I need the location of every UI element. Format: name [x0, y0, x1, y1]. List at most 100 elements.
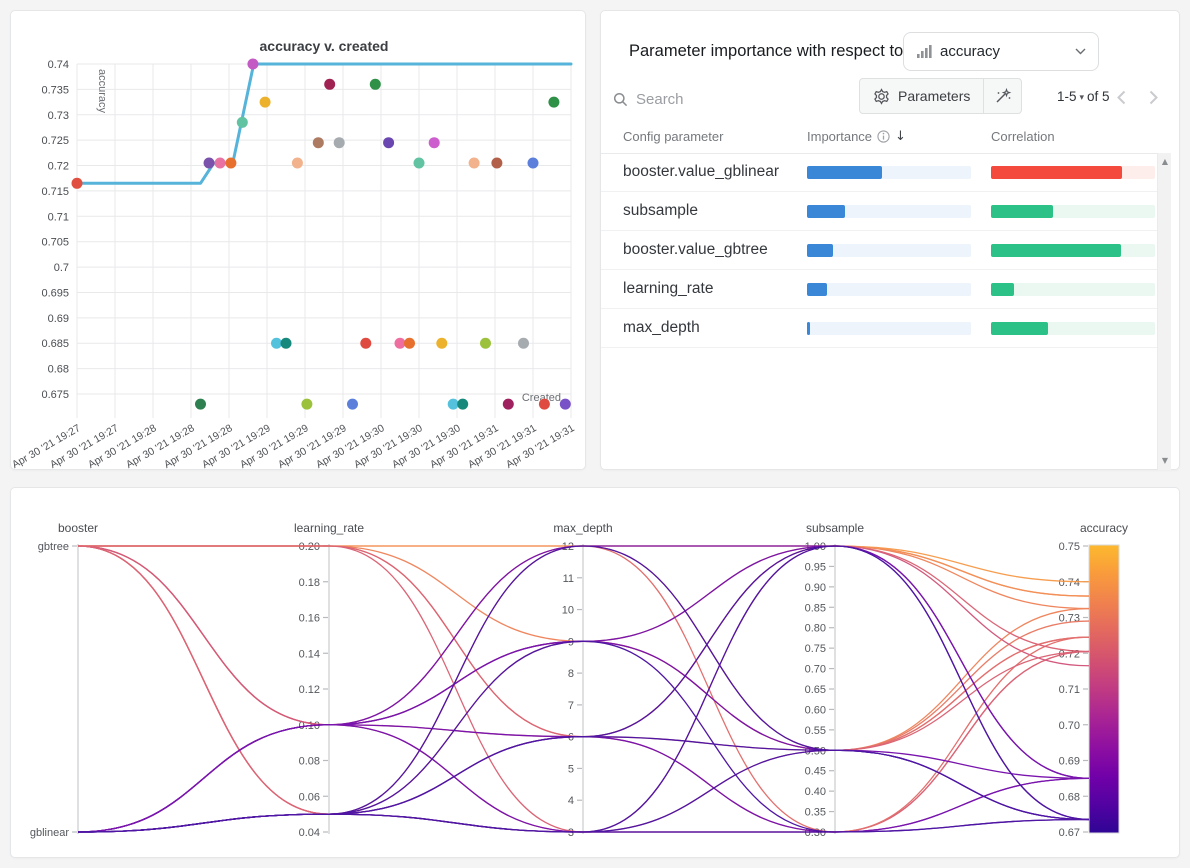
run-point[interactable] — [260, 97, 271, 108]
svg-text:5: 5 — [568, 763, 574, 775]
run-point[interactable] — [204, 158, 215, 169]
column-header-importance[interactable]: Importance ↓ — [807, 129, 906, 144]
svg-text:0.80: 0.80 — [805, 623, 826, 635]
pagination-of: of 5 — [1087, 89, 1110, 104]
scroll-down-icon[interactable]: ▼ — [1158, 454, 1172, 468]
pagination-control[interactable]: 1-5 ▾ of 5 — [1057, 89, 1110, 104]
svg-text:0.20: 0.20 — [299, 541, 320, 553]
run-point[interactable] — [539, 399, 550, 410]
svg-text:0.14: 0.14 — [299, 648, 320, 660]
magic-wand-button[interactable] — [984, 79, 1021, 113]
chevron-down-icon — [1075, 48, 1086, 55]
svg-text:4: 4 — [568, 795, 574, 807]
run-point[interactable] — [560, 399, 571, 410]
metric-selector-value: accuracy — [940, 43, 1075, 60]
table-scrollbar[interactable]: ▲ ▼ — [1157, 153, 1171, 470]
parameter-row[interactable]: booster.value_gblinear — [601, 153, 1157, 192]
bar-chart-icon — [916, 44, 932, 60]
run-point[interactable] — [324, 79, 335, 90]
chevron-left-icon — [1117, 90, 1126, 105]
parameters-button[interactable]: Parameters — [860, 79, 984, 113]
column-header-config-parameter[interactable]: Config parameter — [623, 129, 723, 144]
run-point[interactable] — [334, 137, 345, 148]
svg-text:0.95: 0.95 — [805, 561, 826, 573]
svg-text:0.67: 0.67 — [1059, 827, 1080, 839]
parameter-row[interactable]: max_depth — [601, 309, 1157, 348]
correlation-bar — [991, 166, 1155, 179]
parameter-name: learning_rate — [623, 280, 713, 298]
run-point[interactable] — [518, 338, 529, 349]
run-point[interactable] — [215, 158, 226, 169]
run-point[interactable] — [491, 158, 502, 169]
next-page-button[interactable] — [1143, 87, 1163, 107]
run-point[interactable] — [383, 137, 394, 148]
run-point[interactable] — [395, 338, 406, 349]
run-point[interactable] — [347, 399, 358, 410]
run-point[interactable] — [72, 178, 83, 189]
run-point[interactable] — [436, 338, 447, 349]
run-point[interactable] — [225, 158, 236, 169]
magic-wand-icon — [994, 87, 1012, 105]
svg-text:gbtree: gbtree — [38, 541, 69, 553]
run-point[interactable] — [281, 338, 292, 349]
run-point[interactable] — [247, 59, 258, 70]
svg-text:0.68: 0.68 — [48, 364, 69, 376]
parallel-coordinates-chart[interactable]: boostergbtreegblinearlearning_rate0.040.… — [11, 488, 1179, 857]
panel-title: Parameter importance with respect to — [629, 42, 903, 61]
svg-text:0.69: 0.69 — [1059, 756, 1080, 768]
svg-text:0.73: 0.73 — [48, 110, 69, 122]
svg-text:0.18: 0.18 — [299, 577, 320, 589]
parameter-row[interactable]: booster.value_gbtree — [601, 231, 1157, 270]
parameter-row[interactable]: subsample — [601, 192, 1157, 231]
svg-text:0.685: 0.685 — [41, 338, 69, 350]
svg-text:0.735: 0.735 — [41, 84, 69, 96]
run-point[interactable] — [503, 399, 514, 410]
search-input[interactable] — [636, 91, 786, 108]
run-point[interactable] — [469, 158, 480, 169]
scatter-panel: 0.6750.680.6850.690.6950.70.7050.710.715… — [10, 10, 586, 470]
svg-text:accuracy: accuracy — [96, 69, 108, 114]
run-point[interactable] — [548, 97, 559, 108]
run-point[interactable] — [429, 137, 440, 148]
svg-text:0.16: 0.16 — [299, 613, 320, 625]
svg-text:0.695: 0.695 — [41, 287, 69, 299]
accuracy-colorbar — [1089, 545, 1119, 833]
search-field — [613, 87, 786, 111]
parameter-name: booster.value_gblinear — [623, 163, 779, 181]
svg-text:3: 3 — [568, 827, 574, 839]
svg-text:0.40: 0.40 — [805, 786, 826, 798]
svg-text:0.04: 0.04 — [299, 827, 320, 839]
svg-text:0.71: 0.71 — [48, 211, 69, 223]
parameter-name: max_depth — [623, 319, 700, 337]
run-point[interactable] — [457, 399, 468, 410]
svg-text:0.705: 0.705 — [41, 237, 69, 249]
parameter-row[interactable]: learning_rate — [601, 270, 1157, 309]
run-point[interactable] — [237, 117, 248, 128]
run-point[interactable] — [271, 338, 282, 349]
run-point[interactable] — [360, 338, 371, 349]
parameters-button-group: Parameters — [859, 78, 1022, 114]
svg-text:0.7: 0.7 — [54, 262, 69, 274]
parameter-name: subsample — [623, 202, 698, 220]
column-header-correlation[interactable]: Correlation — [991, 129, 1055, 144]
gear-icon — [873, 88, 890, 105]
svg-text:0.72: 0.72 — [48, 161, 69, 173]
accuracy-created-chart[interactable]: 0.6750.680.6850.690.6950.70.7050.710.715… — [11, 11, 585, 469]
scroll-up-icon[interactable]: ▲ — [1158, 155, 1172, 169]
run-point[interactable] — [195, 399, 206, 410]
run-point[interactable] — [292, 158, 303, 169]
importance-bar — [807, 283, 971, 296]
metric-selector[interactable]: accuracy — [903, 32, 1099, 71]
svg-text:accuracy v. created: accuracy v. created — [260, 38, 389, 54]
run-point[interactable] — [404, 338, 415, 349]
run-point[interactable] — [528, 158, 539, 169]
svg-text:max_depth: max_depth — [553, 521, 612, 535]
svg-text:booster: booster — [58, 521, 98, 535]
run-point[interactable] — [301, 399, 312, 410]
run-point[interactable] — [448, 399, 459, 410]
previous-page-button[interactable] — [1111, 87, 1131, 107]
run-point[interactable] — [370, 79, 381, 90]
run-point[interactable] — [414, 158, 425, 169]
run-point[interactable] — [480, 338, 491, 349]
run-point[interactable] — [313, 137, 324, 148]
